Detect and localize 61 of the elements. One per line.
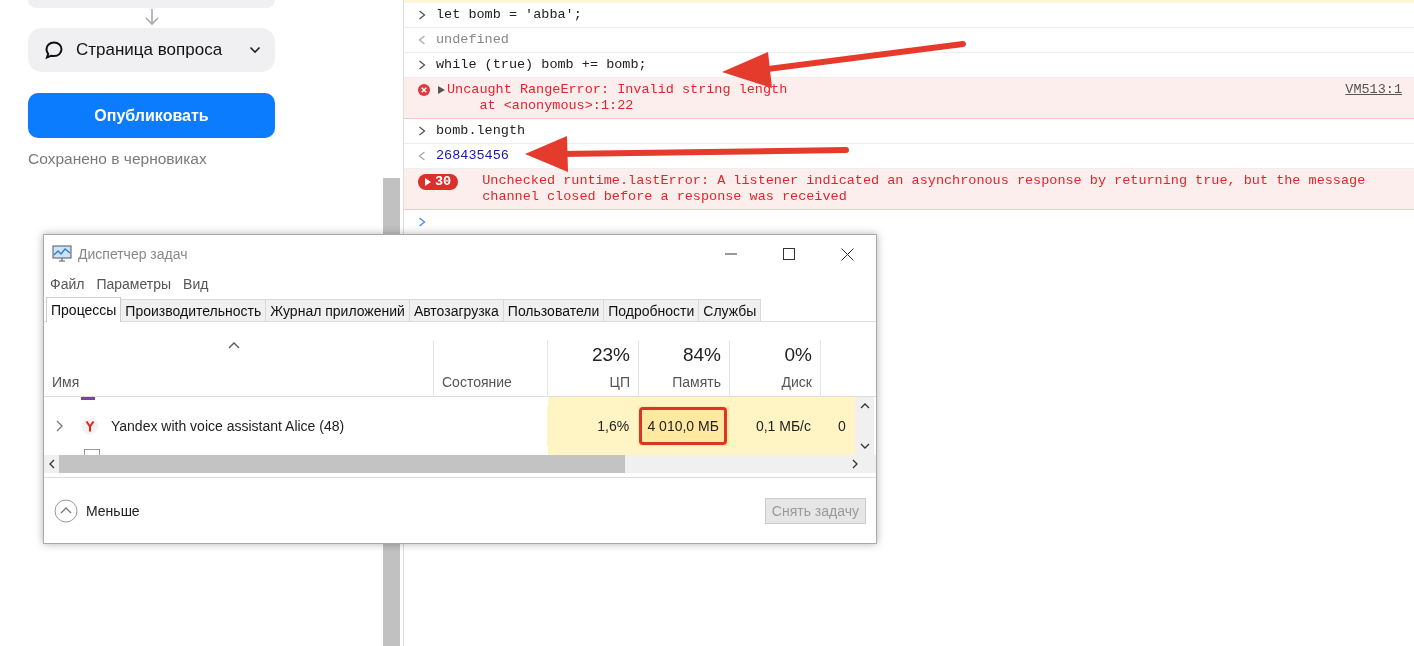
memory-usage: 4 010,0 МБ <box>639 407 727 445</box>
fewer-details-button[interactable]: Меньше <box>54 498 140 523</box>
prompt-chevron-icon[interactable] <box>418 217 426 227</box>
tab[interactable]: Подробности <box>603 299 700 321</box>
disk-usage: 0,1 МБ/с <box>755 418 811 434</box>
app-icon <box>81 397 95 400</box>
maximize-icon[interactable] <box>783 248 795 260</box>
scroll-left-icon[interactable] <box>49 459 55 469</box>
cpu-usage: 1,6% <box>597 418 630 434</box>
chevron-icon <box>249 46 261 54</box>
console-result-text: undefined <box>436 32 509 48</box>
window-title: Диспетчер задач <box>78 246 188 262</box>
console-command-text: while (true) bomb += bomb; <box>436 57 647 73</box>
page-type-dropdown[interactable]: Страница вопроса <box>28 28 275 72</box>
input-chevron-icon <box>418 60 426 70</box>
collapse-circle-icon <box>54 498 78 523</box>
tab[interactable]: Службы <box>698 299 762 321</box>
console-command-text: bomb.length <box>436 123 526 139</box>
scroll-right-icon[interactable] <box>852 459 858 469</box>
browser-logo-icon <box>81 417 99 435</box>
tab[interactable]: Производительность <box>120 299 267 321</box>
tab[interactable]: Пользователи <box>502 299 605 321</box>
console-command-text: let bomb = 'abba'; <box>436 7 582 23</box>
input-chevron-icon <box>418 126 426 136</box>
expand-chevron-icon[interactable] <box>56 420 63 432</box>
tab[interactable]: Автозагрузка <box>408 299 504 321</box>
save-status: Сохранено в черновиках <box>28 150 208 168</box>
process-name: Yandex with voice assistant Alice (48) <box>111 418 345 434</box>
close-icon[interactable] <box>841 247 854 261</box>
column-header[interactable]: ЦП <box>609 374 630 390</box>
expand-triangle-icon[interactable] <box>438 86 445 94</box>
play-triangle-icon <box>425 178 431 186</box>
horizontal-scrollbar[interactable] <box>44 455 876 473</box>
sort-caret-icon[interactable] <box>228 342 240 349</box>
input-chevron-icon <box>418 10 426 20</box>
source-link[interactable]: VM513:1 <box>1345 82 1402 98</box>
tab[interactable]: Процессы <box>46 297 122 322</box>
column-header[interactable]: Имя <box>52 374 425 390</box>
scroll-up-icon[interactable] <box>859 403 870 409</box>
error-message: Uncaught RangeError: Invalid string length at <anonymous>:1:22 <box>447 82 789 114</box>
vertical-scrollbar[interactable] <box>855 397 874 455</box>
usage-total: 23% <box>591 344 630 366</box>
column-header[interactable]: Диск <box>781 374 812 390</box>
usage-total: 0% <box>784 344 812 366</box>
error-icon <box>418 84 430 96</box>
console-result-text: 268435456 <box>436 148 509 164</box>
monitor-chart-icon <box>52 245 72 263</box>
speech-bubble-icon <box>44 40 64 60</box>
column-header[interactable]: Память <box>672 374 721 390</box>
menu-item[interactable]: Вид <box>183 276 209 292</box>
scroll-down-icon[interactable] <box>859 443 870 449</box>
error-message: Unchecked runtime.lastError: A listener indicated an asynchronous response by returning true, but the message channel closed before a response was received <box>481 173 1367 205</box>
arrow-down-icon <box>144 8 159 26</box>
publish-button[interactable]: Опубликовать <box>28 93 275 138</box>
repeat-count-badge[interactable]: 30 <box>418 174 459 190</box>
usage-total: 84% <box>682 344 721 366</box>
tab[interactable]: Журнал приложений <box>265 299 410 321</box>
menu-item[interactable]: Файл <box>50 276 85 292</box>
menu-item[interactable]: Параметры <box>96 276 172 292</box>
column-header[interactable]: Состояние <box>442 374 539 390</box>
network-usage: 0 <box>838 418 846 434</box>
